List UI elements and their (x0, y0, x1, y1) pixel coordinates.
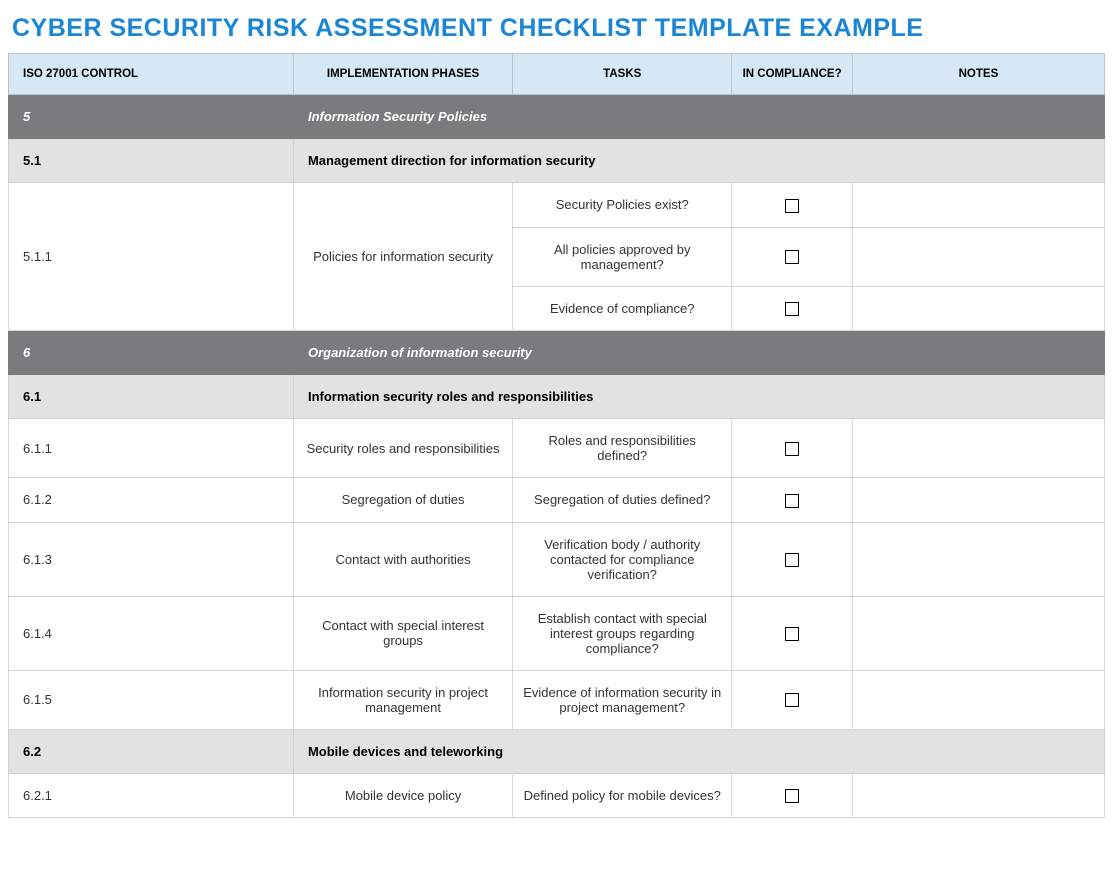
subsection-number: 5.1 (9, 139, 294, 183)
task-cell: Roles and responsibilities defined? (513, 419, 732, 478)
col-header-phases: IMPLEMENTATION PHASES (293, 54, 512, 95)
task-cell: All policies approved by management? (513, 227, 732, 286)
control-number: 6.1.2 (9, 478, 294, 523)
table-row: 5.1.1Policies for information securitySe… (9, 183, 1105, 228)
compliance-checkbox[interactable] (785, 494, 799, 508)
implementation-phase: Information security in project manageme… (293, 670, 512, 729)
compliance-cell (732, 478, 853, 523)
notes-cell[interactable] (852, 773, 1104, 818)
compliance-checkbox[interactable] (785, 199, 799, 213)
notes-cell[interactable] (852, 478, 1104, 523)
subsection-title: Information security roles and responsib… (293, 375, 1104, 419)
implementation-phase: Mobile device policy (293, 773, 512, 818)
subsection-row: 6.1Information security roles and respon… (9, 375, 1105, 419)
subsection-number: 6.1 (9, 375, 294, 419)
implementation-phase: Contact with authorities (293, 522, 512, 596)
col-header-control: ISO 27001 CONTROL (9, 54, 294, 95)
task-cell: Verification body / authority contacted … (513, 522, 732, 596)
table-header-row: ISO 27001 CONTROL IMPLEMENTATION PHASES … (9, 54, 1105, 95)
section-title: Organization of information security (293, 331, 1104, 375)
compliance-checkbox[interactable] (785, 250, 799, 264)
table-row: 6.1.1Security roles and responsibilities… (9, 419, 1105, 478)
col-header-compliance: IN COMPLIANCE? (732, 54, 853, 95)
task-cell: Establish contact with special interest … (513, 596, 732, 670)
implementation-phase: Contact with special interest groups (293, 596, 512, 670)
col-header-tasks: TASKS (513, 54, 732, 95)
control-number: 6.1.5 (9, 670, 294, 729)
compliance-checkbox[interactable] (785, 627, 799, 641)
table-row: 6.2.1Mobile device policyDefined policy … (9, 773, 1105, 818)
notes-cell[interactable] (852, 183, 1104, 228)
table-row: 6.1.2Segregation of dutiesSegregation of… (9, 478, 1105, 523)
implementation-phase: Policies for information security (293, 183, 512, 331)
subsection-title: Management direction for information sec… (293, 139, 1104, 183)
compliance-cell (732, 522, 853, 596)
subsection-row: 6.2Mobile devices and teleworking (9, 729, 1105, 773)
compliance-cell (732, 183, 853, 228)
implementation-phase: Segregation of duties (293, 478, 512, 523)
compliance-cell (732, 227, 853, 286)
task-cell: Evidence of information security in proj… (513, 670, 732, 729)
task-cell: Segregation of duties defined? (513, 478, 732, 523)
control-number: 6.1.1 (9, 419, 294, 478)
notes-cell[interactable] (852, 286, 1104, 331)
subsection-number: 6.2 (9, 729, 294, 773)
compliance-cell (732, 773, 853, 818)
checklist-table: ISO 27001 CONTROL IMPLEMENTATION PHASES … (8, 53, 1105, 818)
compliance-checkbox[interactable] (785, 693, 799, 707)
table-row: 6.1.5Information security in project man… (9, 670, 1105, 729)
control-number: 6.1.3 (9, 522, 294, 596)
compliance-checkbox[interactable] (785, 789, 799, 803)
control-number: 6.2.1 (9, 773, 294, 818)
section-row: 6Organization of information security (9, 331, 1105, 375)
subsection-row: 5.1Management direction for information … (9, 139, 1105, 183)
notes-cell[interactable] (852, 227, 1104, 286)
control-number: 6.1.4 (9, 596, 294, 670)
section-row: 5Information Security Policies (9, 95, 1105, 139)
col-header-notes: NOTES (852, 54, 1104, 95)
compliance-checkbox[interactable] (785, 442, 799, 456)
section-number: 5 (9, 95, 294, 139)
section-number: 6 (9, 331, 294, 375)
table-row: 6.1.3Contact with authoritiesVerificatio… (9, 522, 1105, 596)
compliance-cell (732, 670, 853, 729)
page-title: CYBER SECURITY RISK ASSESSMENT CHECKLIST… (8, 8, 1105, 53)
compliance-checkbox[interactable] (785, 553, 799, 567)
table-row: 6.1.4Contact with special interest group… (9, 596, 1105, 670)
task-cell: Defined policy for mobile devices? (513, 773, 732, 818)
implementation-phase: Security roles and responsibilities (293, 419, 512, 478)
control-number: 5.1.1 (9, 183, 294, 331)
task-cell: Evidence of compliance? (513, 286, 732, 331)
compliance-checkbox[interactable] (785, 302, 799, 316)
compliance-cell (732, 596, 853, 670)
notes-cell[interactable] (852, 670, 1104, 729)
subsection-title: Mobile devices and teleworking (293, 729, 1104, 773)
compliance-cell (732, 286, 853, 331)
compliance-cell (732, 419, 853, 478)
task-cell: Security Policies exist? (513, 183, 732, 228)
notes-cell[interactable] (852, 522, 1104, 596)
notes-cell[interactable] (852, 419, 1104, 478)
section-title: Information Security Policies (293, 95, 1104, 139)
notes-cell[interactable] (852, 596, 1104, 670)
